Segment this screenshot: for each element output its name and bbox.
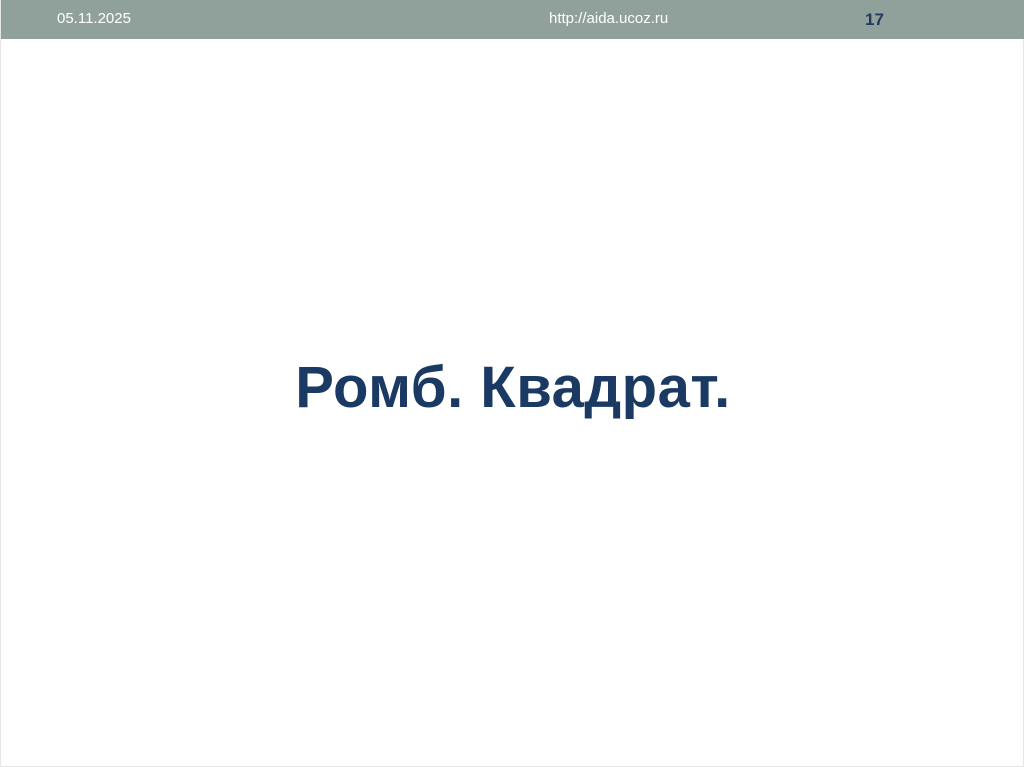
slide: 05.11.2025 http://aida.ucoz.ru 17 Ромб. … xyxy=(0,0,1024,767)
slide-date: 05.11.2025 xyxy=(57,10,131,27)
source-url: http://aida.ucoz.ru xyxy=(549,10,669,27)
slide-header-bar: 05.11.2025 http://aida.ucoz.ru 17 xyxy=(1,0,1024,39)
slide-page-number: 17 xyxy=(865,10,884,29)
slide-title: Ромб. Квадрат. xyxy=(295,355,731,420)
